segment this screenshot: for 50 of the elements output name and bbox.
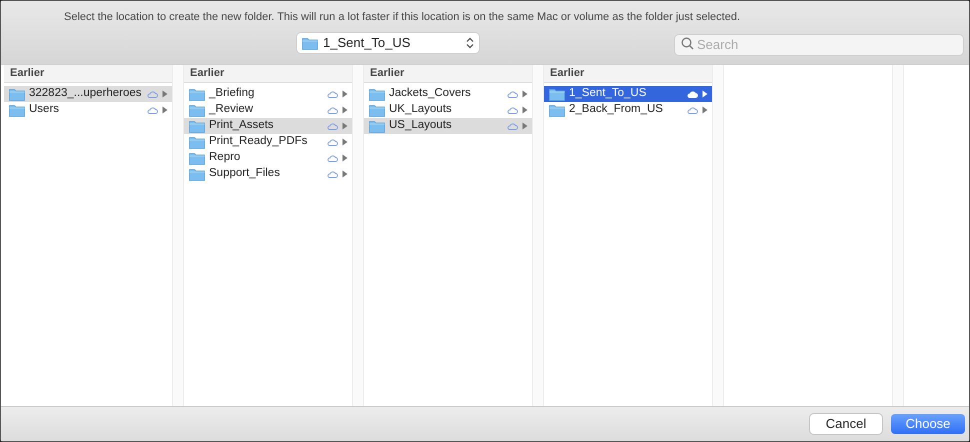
folder-row[interactable]: 1_Sent_To_US: [544, 86, 712, 102]
folder-row[interactable]: Support_Files: [184, 166, 352, 182]
folder-icon: [369, 104, 385, 116]
folder-icon: [369, 120, 385, 132]
folder-row[interactable]: Print_Ready_PDFs: [184, 134, 352, 150]
cloud-icon: [327, 138, 338, 146]
folder-icon: [549, 104, 565, 116]
search-field[interactable]: Search: [675, 34, 963, 54]
cloud-icon: [147, 106, 158, 114]
column-header: Earlier: [10, 66, 44, 82]
search-icon: [681, 36, 694, 50]
folder-icon: [189, 136, 205, 148]
folder-icon: [9, 104, 25, 116]
folder-row[interactable]: _Briefing: [184, 86, 352, 102]
stepper-arrows-icon: [466, 37, 474, 49]
folder-row[interactable]: US_Layouts: [364, 118, 532, 134]
cloud-icon: [687, 90, 698, 98]
folder-row[interactable]: Print_Assets: [184, 118, 352, 134]
cloud-icon: [507, 122, 518, 130]
cloud-icon: [507, 106, 518, 114]
folder-row[interactable]: UK_Layouts: [364, 102, 532, 118]
cloud-icon: [327, 106, 338, 114]
folder-row[interactable]: Users: [4, 102, 172, 118]
location-popup[interactable]: 1_Sent_To_US: [297, 33, 479, 53]
folder-icon: [302, 36, 318, 50]
folder-row[interactable]: 322823_...uperheroes: [4, 86, 172, 102]
cloud-icon: [507, 90, 518, 98]
cloud-icon: [327, 170, 338, 178]
cloud-icon: [327, 122, 338, 130]
folder-icon: [189, 152, 205, 164]
column-header: Earlier: [190, 66, 224, 82]
column-header: Earlier: [370, 66, 404, 82]
folder-row[interactable]: Jackets_Covers: [364, 86, 532, 102]
folder-icon: [189, 168, 205, 180]
cancel-button[interactable]: Cancel: [810, 414, 882, 434]
folder-icon: [369, 88, 385, 100]
folder-icon: [189, 88, 205, 100]
column-header: Earlier: [550, 66, 584, 82]
prompt-text: Select the location to create the new folder. This will run a lot faster if this location is on the same Mac or volume as the folder just selected.: [64, 10, 740, 25]
folder-icon: [9, 88, 25, 100]
cloud-icon: [687, 106, 698, 114]
folder-icon: [549, 88, 565, 100]
cloud-icon: [327, 90, 338, 98]
folder-row[interactable]: _Review: [184, 102, 352, 118]
folder-row[interactable]: 2_Back_From_US: [544, 102, 712, 118]
cloud-icon: [147, 90, 158, 98]
folder-icon: [189, 120, 205, 132]
folder-row[interactable]: Repro: [184, 150, 352, 166]
folder-icon: [189, 104, 205, 116]
cloud-icon: [327, 154, 338, 162]
